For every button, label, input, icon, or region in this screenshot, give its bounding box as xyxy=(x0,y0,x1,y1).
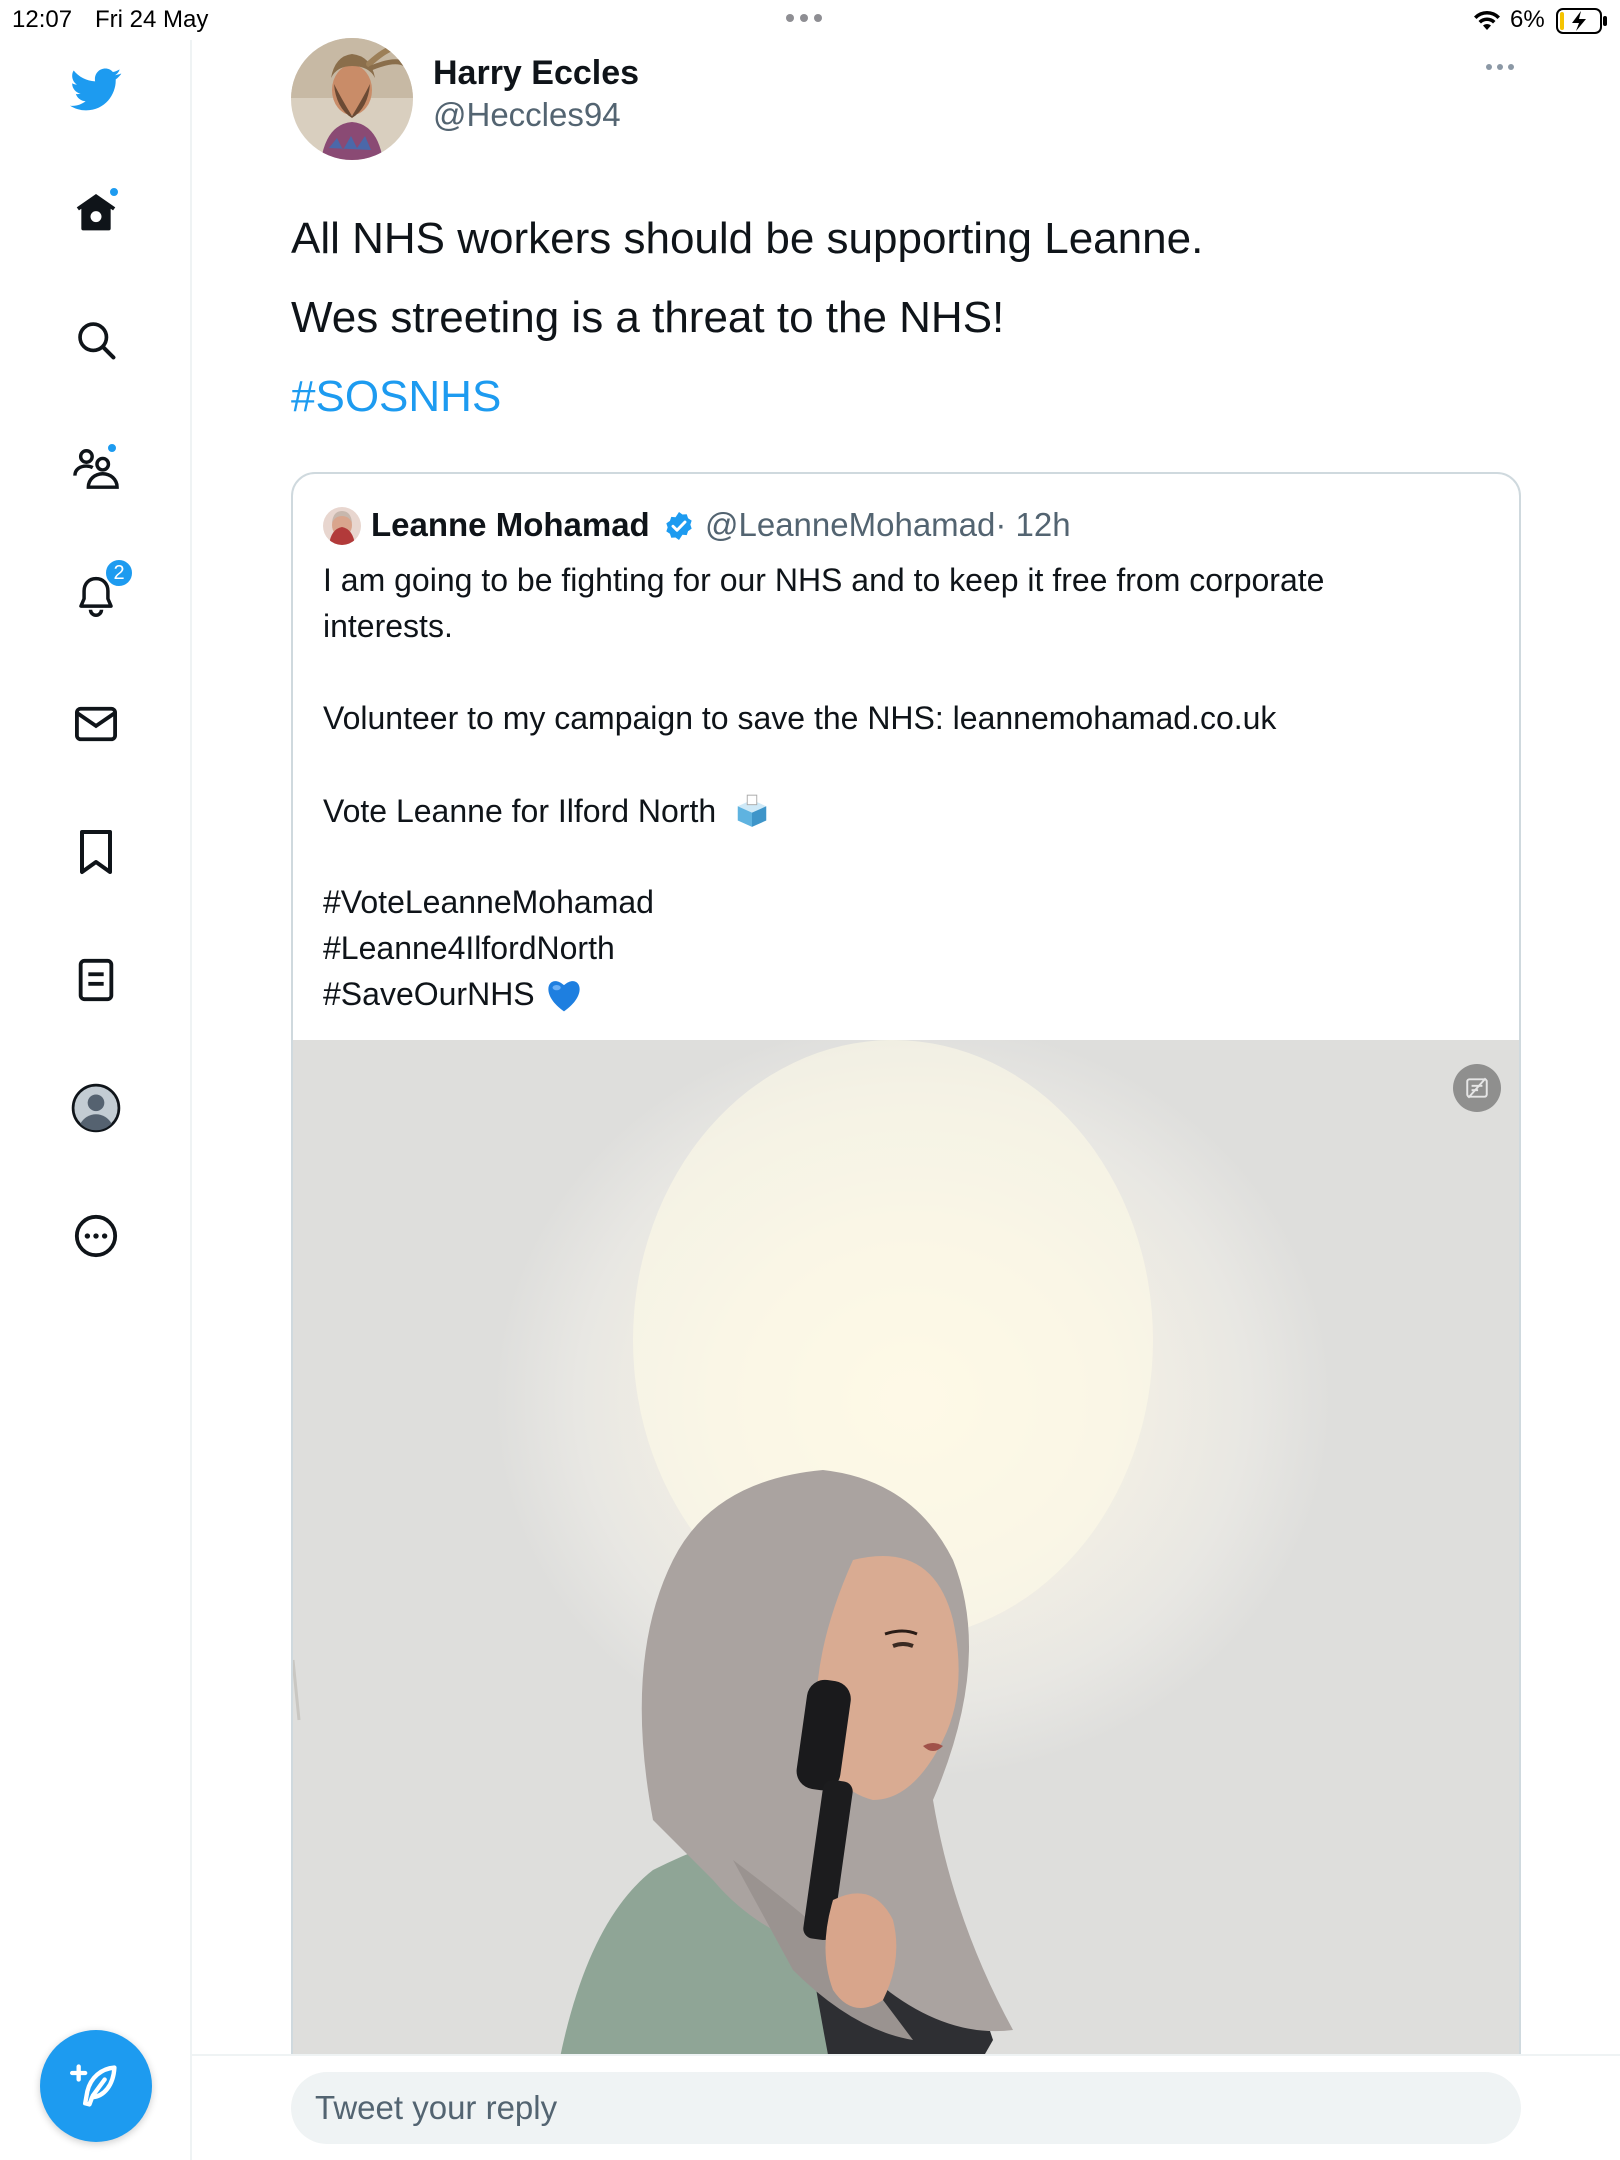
sidebar-item-lists[interactable] xyxy=(70,954,122,1006)
verified-badge-icon xyxy=(666,512,692,540)
notifications-count-badge: 2 xyxy=(104,558,134,588)
lists-icon xyxy=(78,958,114,1002)
mail-icon xyxy=(75,706,117,742)
quoted-tweet-card[interactable]: Leanne Mohamad @LeanneMohamad· 12h I am … xyxy=(291,472,1521,2160)
quoted-tweet-video[interactable] xyxy=(293,1040,1519,2160)
sidebar-item-notifications[interactable]: 2 xyxy=(70,558,134,622)
blue-heart-emoji-icon xyxy=(547,981,580,1012)
author-name[interactable]: Harry Eccles xyxy=(433,54,639,93)
quoted-author-name[interactable]: Leanne Mohamad xyxy=(371,506,650,544)
twitter-logo-icon[interactable] xyxy=(70,64,122,116)
quoted-author-handle[interactable]: @LeanneMohamad· 12h xyxy=(705,506,1071,544)
quoted-text-line-1: I am going to be fighting for our NHS an… xyxy=(323,562,1325,598)
quoted-text-line-4-text: Vote Leanne for Ilford North xyxy=(323,793,717,829)
communities-unread-dot xyxy=(106,442,118,454)
profile-icon xyxy=(71,1083,121,1133)
sidebar-item-home[interactable] xyxy=(70,186,122,238)
media-settings-button[interactable] xyxy=(1453,1064,1501,1112)
wifi-icon xyxy=(1474,10,1500,30)
sidebar-item-communities[interactable] xyxy=(70,442,122,494)
quoted-hashtag-1[interactable]: #VoteLeanneMohamad xyxy=(323,884,654,921)
compose-tweet-button[interactable] xyxy=(40,2030,152,2142)
quoted-author-avatar[interactable] xyxy=(323,507,361,545)
quoted-hashtag-2[interactable]: #Leanne4IlfordNorth xyxy=(323,930,615,967)
sidebar-item-messages[interactable] xyxy=(70,698,122,750)
home-unread-dot xyxy=(108,186,120,198)
battery-charging-icon xyxy=(1556,8,1607,34)
quoted-text-line-4: Vote Leanne for Ilford North xyxy=(323,792,771,830)
compose-tweet-icon xyxy=(70,2064,117,2107)
quoted-hashtag-3-text: #SaveOurNHS xyxy=(323,976,535,1012)
media-badge-icon xyxy=(1466,1077,1488,1099)
author-avatar[interactable] xyxy=(291,38,413,160)
reply-bar xyxy=(192,2054,1620,2160)
author-handle[interactable]: @Heccles94 xyxy=(433,96,621,134)
sidebar-nav: 2 xyxy=(0,40,192,2160)
status-date: Fri 24 May xyxy=(95,6,209,33)
quoted-hashtag-3[interactable]: #SaveOurNHS xyxy=(323,976,584,1013)
tweet-text-line-1: All NHS workers should be supporting Lea… xyxy=(291,214,1204,263)
quoted-handle-text: @LeanneMohamad xyxy=(705,506,996,543)
speaker-photo xyxy=(293,1040,1153,2160)
sidebar-item-explore[interactable] xyxy=(70,314,122,366)
more-circle-icon xyxy=(74,1214,118,1258)
multitasking-dots-icon[interactable] xyxy=(786,14,822,22)
tweet-more-options-icon[interactable] xyxy=(1486,64,1514,70)
battery-percent: 6% xyxy=(1510,6,1545,33)
sidebar-item-profile[interactable] xyxy=(70,1082,122,1134)
ballot-box-emoji-icon xyxy=(737,794,767,827)
quoted-text-line-3-prefix: Volunteer to my campaign to save the NHS… xyxy=(323,700,953,736)
status-bar: 12:07 Fri 24 May 6% xyxy=(0,0,1620,40)
reply-input[interactable] xyxy=(291,2072,1521,2144)
sidebar-item-bookmarks[interactable] xyxy=(70,826,122,878)
campaign-website-link[interactable]: leannemohamad.co.uk xyxy=(953,700,1277,736)
quoted-text-line-2: interests. xyxy=(323,608,453,644)
quoted-tweet-time: · 12h xyxy=(995,506,1071,543)
sidebar-item-more[interactable] xyxy=(70,1210,122,1262)
status-time: 12:07 xyxy=(12,6,73,33)
bookmark-icon xyxy=(80,830,112,874)
tweet-hashtag-link[interactable]: #SOSNHS xyxy=(291,372,501,422)
tweet-text-line-2: Wes streeting is a threat to the NHS! xyxy=(291,293,1005,342)
quoted-text-line-3: Volunteer to my campaign to save the NHS… xyxy=(323,700,1276,737)
search-icon xyxy=(78,322,116,360)
